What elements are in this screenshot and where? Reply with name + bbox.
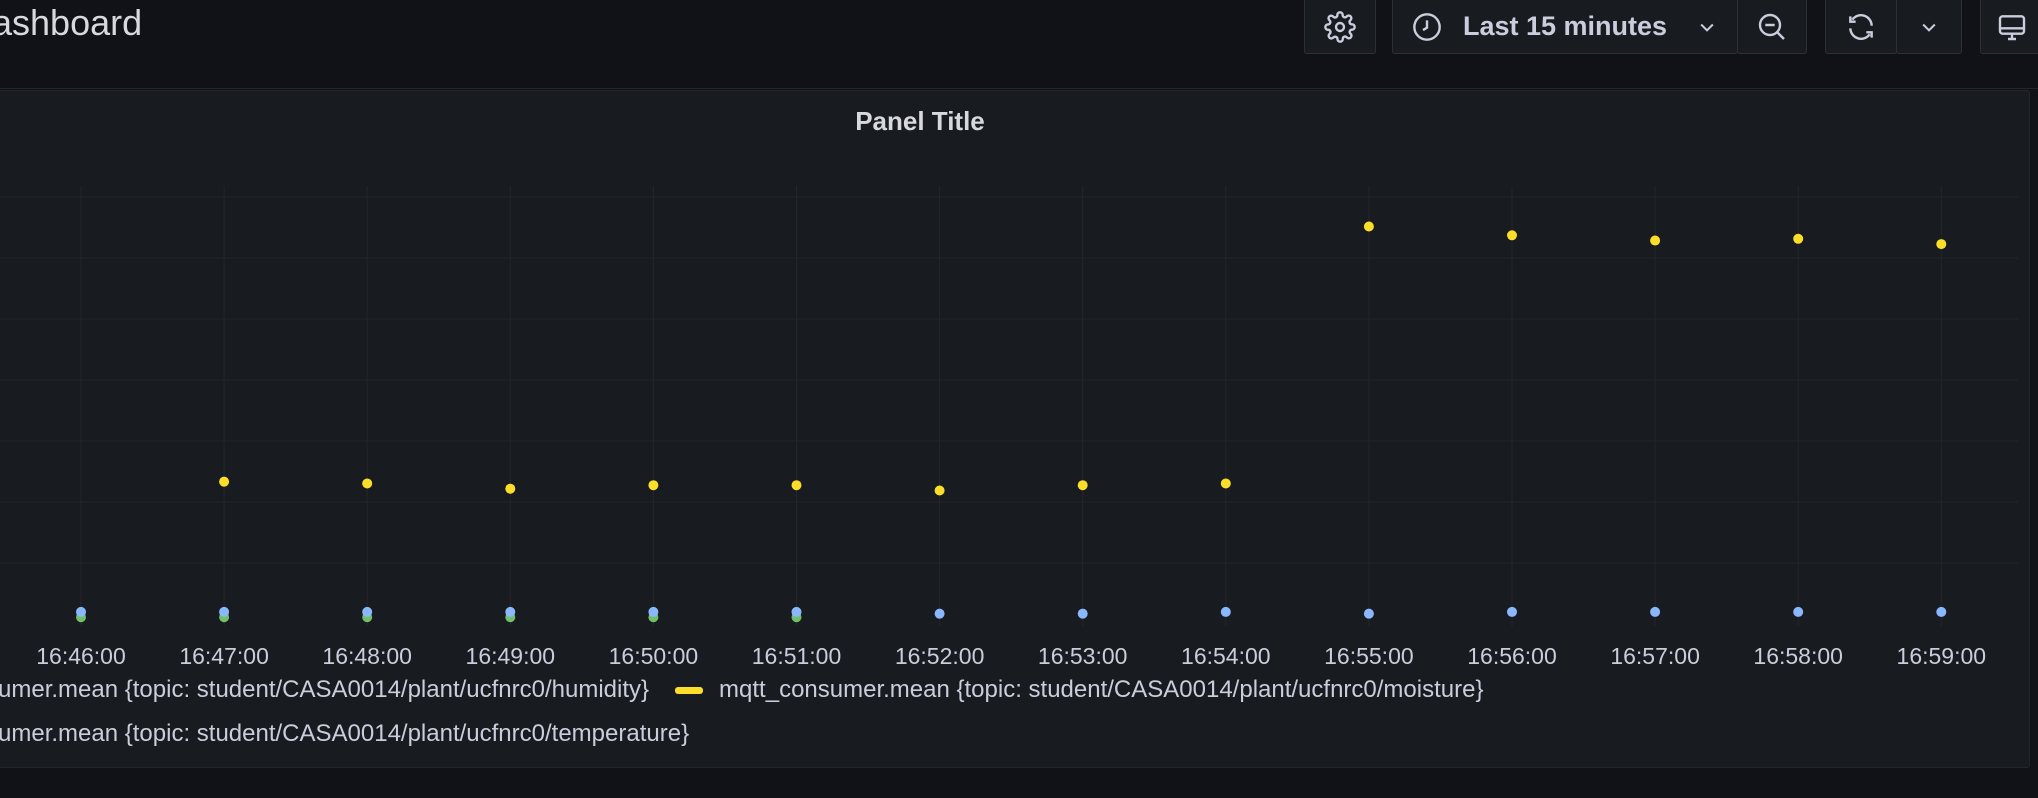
data-point-series-2[interactable] — [219, 606, 230, 617]
x-tick-label: 16:54:00 — [1181, 643, 1271, 669]
data-point-series-2[interactable] — [505, 606, 516, 617]
data-point-series-2[interactable] — [1077, 608, 1088, 619]
x-tick-label: 16:55:00 — [1324, 643, 1414, 669]
x-tick-label: 16:52:00 — [895, 643, 985, 669]
x-tick-label: 16:57:00 — [1610, 643, 1700, 669]
data-point-series-1[interactable] — [1077, 480, 1088, 491]
x-tick-label: 16:58:00 — [1753, 643, 1843, 669]
data-point-series-1[interactable] — [791, 480, 802, 491]
data-point-series-1[interactable] — [1363, 221, 1374, 232]
data-point-series-1[interactable] — [1220, 478, 1231, 489]
x-tick-label: 16:50:00 — [609, 643, 699, 669]
data-point-series-2[interactable] — [362, 606, 373, 617]
data-point-series-2[interactable] — [1363, 608, 1374, 619]
data-point-series-2[interactable] — [648, 606, 659, 617]
data-point-series-2[interactable] — [1220, 606, 1231, 617]
data-point-series-1[interactable] — [648, 480, 659, 491]
data-point-series-1[interactable] — [1507, 230, 1517, 241]
legend-item-temperature[interactable]: umer.mean {topic: student/CASA0014/plant… — [0, 720, 689, 748]
legend-item-humidity[interactable]: umer.mean {topic: student/CASA0014/plant… — [0, 676, 649, 704]
x-tick-label: 16:51:00 — [752, 643, 842, 669]
data-point-series-2[interactable] — [1793, 606, 1804, 617]
data-point-series-1[interactable] — [362, 478, 373, 489]
data-point-series-2[interactable] — [1650, 606, 1661, 617]
chart-plot-area: 16:46:00 16:47:00 16:48:00 16:49:00 16:50:00… — [0, 186, 2018, 669]
data-point-series-2[interactable] — [934, 608, 945, 619]
x-tick-label: 16:59:00 — [1897, 643, 1987, 669]
legend-row-1: umer.mean {topic: student/CASA0014/plant… — [0, 675, 1483, 705]
data-point-series-2[interactable] — [791, 606, 802, 617]
x-tick-label: 16:53:00 — [1038, 643, 1128, 669]
x-tick-label: 16:46:00 — [36, 643, 126, 669]
data-point-series-2[interactable] — [76, 606, 86, 617]
data-point-series-2[interactable] — [1936, 606, 1947, 617]
data-point-series-1[interactable] — [934, 485, 945, 496]
x-tick-label: 16:48:00 — [322, 643, 412, 669]
legend-label-humidity: umer.mean {topic: student/CASA0014/plant… — [0, 676, 650, 703]
x-tick-label: 16:49:00 — [466, 643, 556, 669]
data-point-series-1[interactable] — [1936, 239, 1947, 250]
legend-item-moisture[interactable]: mqtt_consumer.mean {topic: student/CASA0… — [651, 676, 1483, 704]
legend-label-moisture: mqtt_consumer.mean {topic: student/CASA0… — [719, 676, 1484, 703]
legend-row-2: umer.mean {topic: student/CASA0014/plant… — [0, 719, 689, 749]
legend-swatch-moisture — [675, 686, 704, 694]
x-tick-label: 16:56:00 — [1467, 643, 1557, 669]
data-point-series-1[interactable] — [1650, 235, 1661, 246]
data-point-series-2[interactable] — [1507, 606, 1517, 617]
data-point-series-1[interactable] — [219, 476, 230, 487]
data-point-series-1[interactable] — [505, 483, 516, 494]
data-point-series-1[interactable] — [1793, 233, 1804, 244]
x-tick-label: 16:47:00 — [179, 643, 269, 669]
legend-label-temperature: umer.mean {topic: student/CASA0014/plant… — [0, 720, 690, 747]
